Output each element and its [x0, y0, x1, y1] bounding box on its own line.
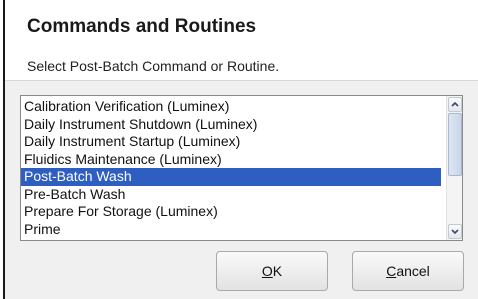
list-item[interactable]: Daily Instrument Startup (Luminex)	[21, 133, 441, 151]
command-listbox[interactable]: Calibration Verification (Luminex) Daily…	[20, 95, 463, 241]
ok-label-rest: K	[272, 263, 283, 279]
scroll-down-button[interactable]	[448, 224, 462, 239]
commands-dialog: Commands and Routines Select Post-Batch …	[0, 0, 478, 299]
cancel-mnemonic: C	[386, 263, 397, 279]
cancel-label-rest: ancel	[396, 263, 430, 279]
list-item[interactable]: Pre-Batch Wash	[21, 186, 441, 204]
list-item[interactable]: Daily Instrument Shutdown (Luminex)	[21, 116, 441, 134]
list-item-selected[interactable]: Post-Batch Wash	[21, 168, 441, 186]
dialog-title: Commands and Routines	[27, 16, 257, 37]
dialog-instruction: Select Post-Batch Command or Routine.	[27, 58, 280, 74]
scroll-thumb[interactable]	[448, 113, 462, 176]
chevron-up-icon	[451, 101, 459, 107]
list-item[interactable]: Prime	[21, 221, 441, 239]
vertical-scrollbar[interactable]	[446, 96, 462, 240]
list-item[interactable]: Fluidics Maintenance (Luminex)	[21, 151, 441, 169]
dialog-header: Commands and Routines Select Post-Batch …	[5, 0, 478, 81]
ok-button[interactable]: OK	[216, 251, 328, 291]
list-item[interactable]: Prepare For Storage (Luminex)	[21, 203, 441, 221]
scroll-up-button[interactable]	[448, 97, 462, 112]
list-item[interactable]: Calibration Verification (Luminex)	[21, 98, 441, 116]
ok-mnemonic: O	[261, 263, 273, 279]
command-list: Calibration Verification (Luminex) Daily…	[21, 98, 441, 238]
cancel-button[interactable]: Cancel	[352, 251, 464, 291]
chevron-down-icon	[451, 229, 459, 235]
